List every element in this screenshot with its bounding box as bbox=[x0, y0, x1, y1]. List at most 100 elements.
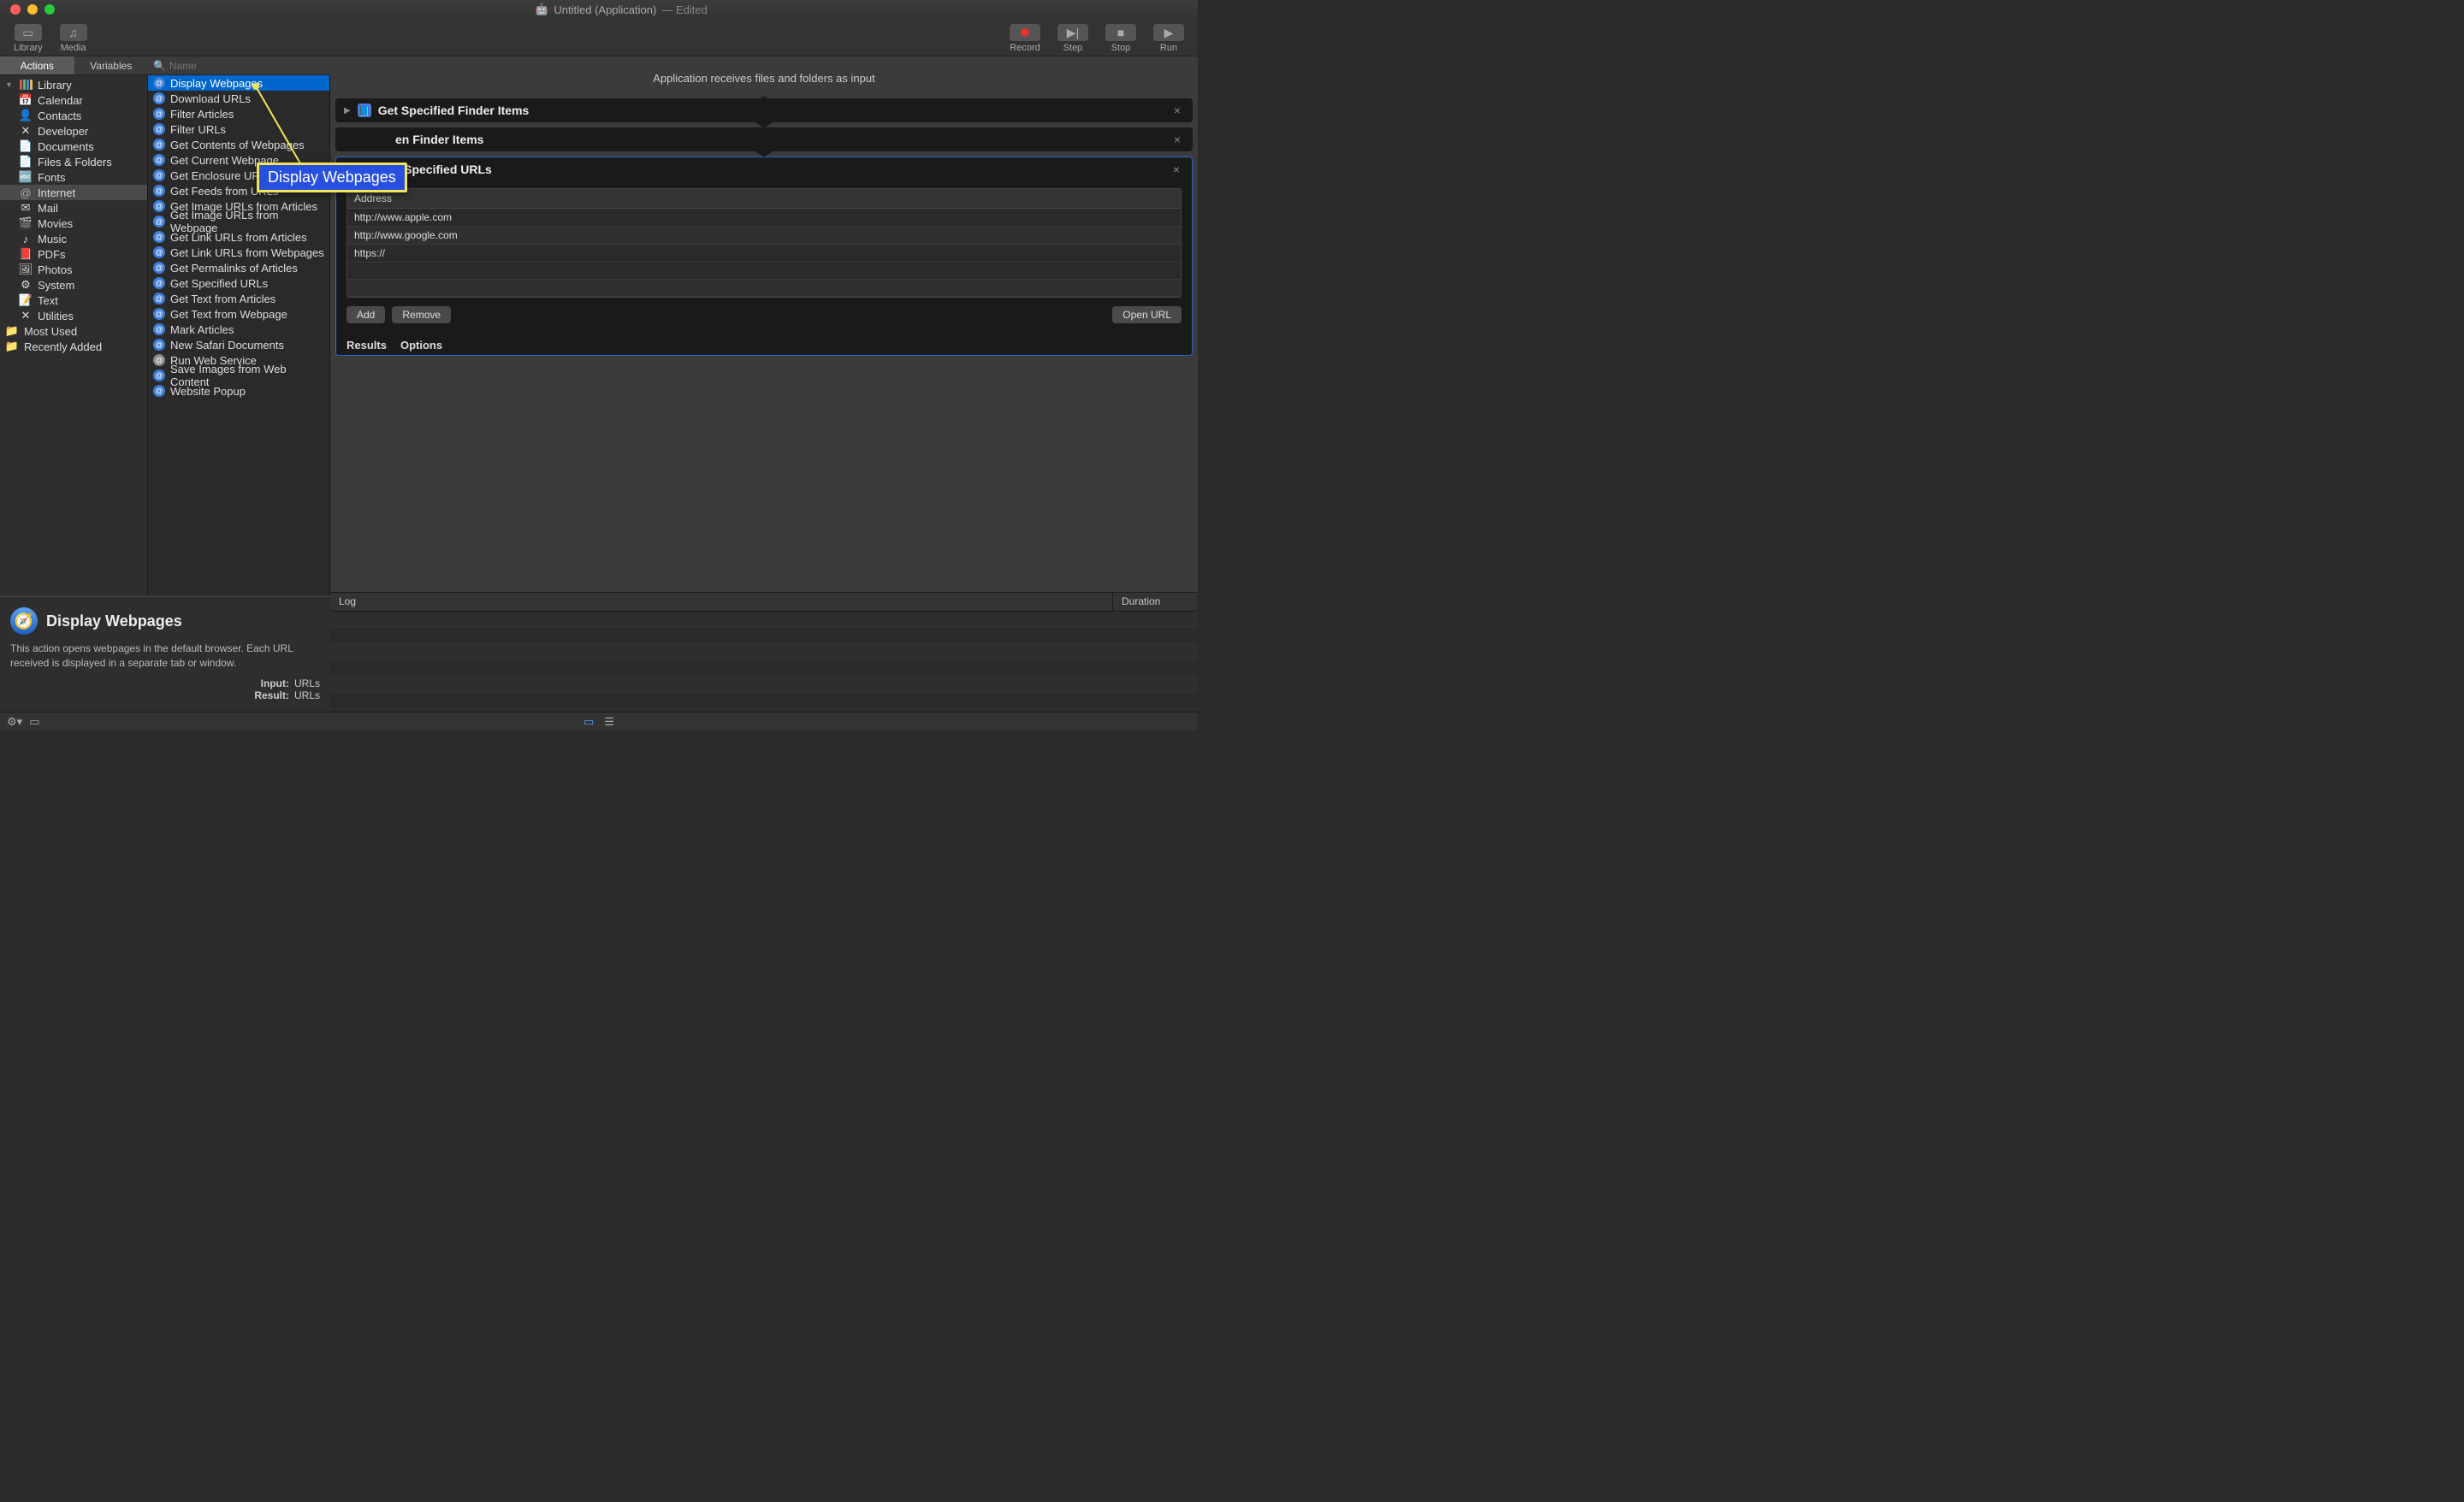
sidebar-item-movies[interactable]: 🎬Movies bbox=[0, 216, 147, 231]
remove-button[interactable]: Remove bbox=[392, 306, 451, 323]
sidebar-item-calendar[interactable]: 📅Calendar bbox=[0, 92, 147, 108]
sidebar-folder-most-used[interactable]: 📁Most Used bbox=[0, 323, 147, 339]
action-item-label: Get Contents of Webpages bbox=[170, 139, 305, 151]
sidebar-item-pdfs[interactable]: 📕PDFs bbox=[0, 246, 147, 262]
internet-action-icon: @ bbox=[153, 354, 165, 366]
url-table[interactable]: Address http://www.apple.comhttp://www.g… bbox=[346, 188, 1182, 298]
log-row bbox=[330, 660, 1198, 677]
internet-action-icon: @ bbox=[153, 185, 165, 197]
search-input[interactable] bbox=[169, 60, 325, 72]
library-root[interactable]: ▼ Library bbox=[0, 77, 147, 92]
category-icon: 🖼 bbox=[19, 263, 33, 276]
results-tab[interactable]: Results bbox=[346, 339, 387, 352]
close-action-button[interactable]: × bbox=[1170, 103, 1184, 117]
media-toolbar-button[interactable]: ♫ Media bbox=[53, 22, 94, 55]
record-button[interactable]: Record bbox=[1003, 22, 1047, 55]
sidebar-item-label: Music bbox=[38, 233, 67, 245]
description-toggle-icon[interactable]: ▭ bbox=[29, 715, 39, 729]
internet-action-icon: @ bbox=[153, 246, 165, 258]
stop-button[interactable]: ■ Stop bbox=[1099, 22, 1143, 55]
workflow-action-get-urls[interactable]: ▼ @ Get Specified URLs × Address http://… bbox=[335, 157, 1193, 356]
action-item-get-link-urls-from-articles[interactable]: @Get Link URLs from Articles bbox=[148, 229, 329, 245]
workflow-input-desc: Application receives files and folders a… bbox=[330, 56, 1198, 97]
internet-action-icon: @ bbox=[153, 77, 165, 89]
sidebar-item-developer[interactable]: ✕Developer bbox=[0, 123, 147, 139]
action-item-new-safari-documents[interactable]: @New Safari Documents bbox=[148, 337, 329, 352]
action-item-get-image-urls-from-webpage[interactable]: @Get Image URLs from Webpage bbox=[148, 214, 329, 229]
sidebar-item-files-folders[interactable]: 📄Files & Folders bbox=[0, 154, 147, 169]
sidebar-item-system[interactable]: ⚙System bbox=[0, 277, 147, 293]
sidebar-item-label: Documents bbox=[38, 140, 94, 153]
action-item-get-contents-of-webpages[interactable]: @Get Contents of Webpages bbox=[148, 137, 329, 152]
workflow-view-icon[interactable]: ▭ bbox=[583, 715, 594, 729]
action-item-get-permalinks-of-articles[interactable]: @Get Permalinks of Articles bbox=[148, 260, 329, 275]
sidebar-item-text[interactable]: 📝Text bbox=[0, 293, 147, 308]
library-sidebar: ▼ Library 📅Calendar👤Contacts✕Developer📄 D… bbox=[0, 75, 148, 596]
internet-action-icon: @ bbox=[153, 323, 165, 335]
action-item-get-specified-urls[interactable]: @Get Specified URLs bbox=[148, 275, 329, 291]
action-item-get-text-from-webpage[interactable]: @Get Text from Webpage bbox=[148, 306, 329, 322]
sidebar-folder-recently-added[interactable]: 📁Recently Added bbox=[0, 339, 147, 354]
action-item-get-text-from-articles[interactable]: @Get Text from Articles bbox=[148, 291, 329, 306]
close-button[interactable] bbox=[10, 4, 21, 15]
log-column-header[interactable]: Log bbox=[330, 593, 1112, 611]
minimize-button[interactable] bbox=[27, 4, 38, 15]
sidebar-item-mail[interactable]: ✉Mail bbox=[0, 200, 147, 216]
maximize-button[interactable] bbox=[44, 4, 55, 15]
open-url-button[interactable]: Open URL bbox=[1112, 306, 1182, 323]
internet-action-icon: @ bbox=[153, 123, 165, 135]
sidebar-item-label: Contacts bbox=[38, 109, 81, 122]
action-item-label: Get Text from Webpage bbox=[170, 308, 287, 321]
sidebar-item-label: PDFs bbox=[38, 248, 66, 261]
url-row[interactable]: http://www.apple.com bbox=[347, 209, 1181, 227]
url-row[interactable]: https:// bbox=[347, 245, 1181, 263]
action-item-filter-articles[interactable]: @Filter Articles bbox=[148, 106, 329, 121]
sidebar-item-photos[interactable]: 🖼Photos bbox=[0, 262, 147, 277]
add-button[interactable]: Add bbox=[346, 306, 385, 323]
input-label: Input: bbox=[261, 677, 289, 689]
sidebar-item-music[interactable]: ♪Music bbox=[0, 231, 147, 246]
disclosure-icon[interactable]: ▼ bbox=[5, 80, 14, 89]
options-tab[interactable]: Options bbox=[400, 339, 442, 352]
description-panel: 🧭 Display Webpages This action opens web… bbox=[0, 596, 330, 712]
folder-icon: 📁 bbox=[5, 324, 19, 338]
table-row-empty[interactable] bbox=[347, 280, 1181, 297]
address-column-header[interactable]: Address bbox=[347, 189, 1181, 209]
workflow-area: Application receives files and folders a… bbox=[330, 56, 1198, 712]
action-item-download-urls[interactable]: @Download URLs bbox=[148, 91, 329, 106]
action-item-mark-articles[interactable]: @Mark Articles bbox=[148, 322, 329, 337]
internet-action-icon: @ bbox=[153, 262, 165, 274]
workflow-canvas[interactable]: ▶ 📘 Get Specified Finder Items × en Find… bbox=[330, 97, 1198, 592]
disclosure-icon[interactable]: ▶ bbox=[344, 106, 351, 115]
run-icon: ▶ bbox=[1164, 26, 1174, 40]
gear-menu-icon[interactable]: ⚙▾ bbox=[7, 715, 22, 729]
action-item-get-link-urls-from-webpages[interactable]: @ Get Link URLs from Webpages bbox=[148, 245, 329, 260]
sidebar-item-internet[interactable]: @Internet bbox=[0, 185, 147, 200]
table-row-empty[interactable] bbox=[347, 263, 1181, 280]
sidebar-item-documents[interactable]: 📄 Documents bbox=[0, 139, 147, 154]
action-item-label: Get Link URLs from Webpages bbox=[170, 246, 324, 259]
tab-variables[interactable]: Variables bbox=[74, 56, 149, 74]
action-item-save-images-from-web-content[interactable]: @Save Images from Web Content bbox=[148, 368, 329, 383]
close-action-button[interactable]: × bbox=[1170, 133, 1184, 146]
close-action-button[interactable]: × bbox=[1170, 163, 1183, 176]
sidebar-item-utilities[interactable]: ✕Utilities bbox=[0, 308, 147, 323]
action-item-filter-urls[interactable]: @ Filter URLs bbox=[148, 121, 329, 137]
run-button[interactable]: ▶ Run bbox=[1146, 22, 1191, 55]
action-item-display-webpages[interactable]: @Display Webpages bbox=[148, 75, 329, 91]
callout-label: Display Webpages bbox=[257, 163, 407, 192]
action-item-label: Get Specified URLs bbox=[170, 277, 268, 290]
category-icon: 📄 bbox=[19, 139, 33, 153]
sidebar-item-fonts[interactable]: 🔤Fonts bbox=[0, 169, 147, 185]
action-item-label: Filter URLs bbox=[170, 123, 226, 136]
step-button[interactable]: ▶| Step bbox=[1051, 22, 1095, 55]
log-row bbox=[330, 628, 1198, 644]
sidebar-item-label: System bbox=[38, 279, 74, 292]
library-toolbar-button[interactable]: ▭ Library bbox=[7, 22, 50, 55]
tab-actions[interactable]: Actions bbox=[0, 56, 74, 74]
log-view-icon[interactable]: ☰ bbox=[604, 715, 614, 729]
url-row[interactable]: http://www.google.com bbox=[347, 227, 1181, 245]
sidebar-item-contacts[interactable]: 👤Contacts bbox=[0, 108, 147, 123]
sidebar-folder-label: Recently Added bbox=[24, 340, 102, 353]
duration-column-header[interactable]: Duration bbox=[1112, 593, 1198, 611]
